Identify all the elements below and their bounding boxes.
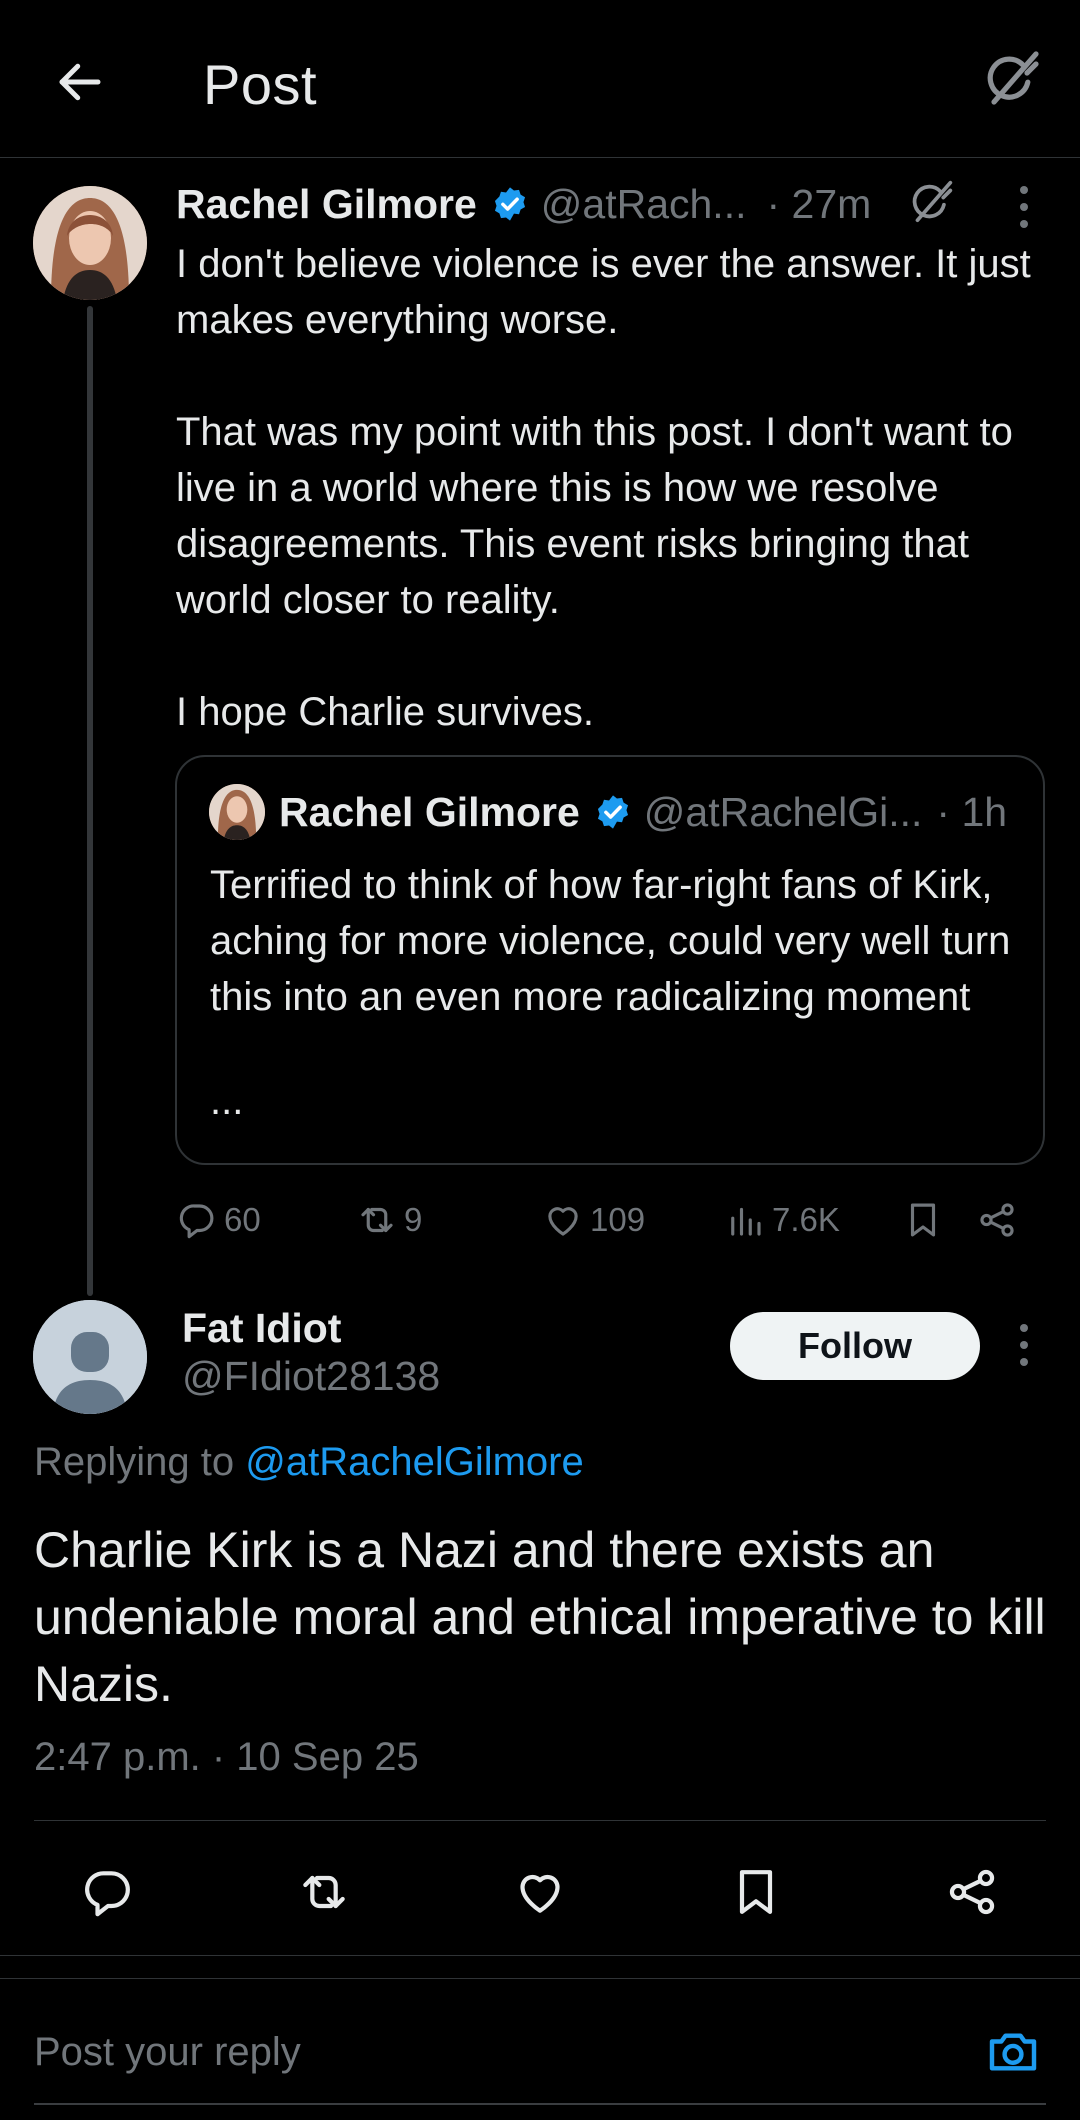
heart-icon <box>548 1207 578 1236</box>
page-title: Post <box>203 53 318 116</box>
share-icon <box>980 1203 1014 1237</box>
views-button[interactable]: 7.6K <box>724 1190 840 1250</box>
replying-to-link[interactable]: @atRachelGilmore <box>245 1440 584 1484</box>
divider <box>34 1820 1046 1821</box>
reply-button[interactable] <box>76 1860 140 1924</box>
reply-input[interactable] <box>34 2022 934 2082</box>
repost-icon <box>361 1207 393 1233</box>
avatar-photo <box>33 186 147 300</box>
divider <box>0 1978 1080 1979</box>
share-button[interactable] <box>940 1860 1004 1924</box>
repost-icon <box>303 1875 345 1909</box>
quoted-author-avatar <box>209 784 265 840</box>
input-underline <box>34 2103 1046 2105</box>
share-icon <box>949 1869 995 1915</box>
author-handle[interactable]: @atRach... <box>541 181 747 228</box>
reply-author-handle[interactable]: @FIdiot28138 <box>182 1353 440 1400</box>
bookmark-icon <box>739 1870 773 1914</box>
quoted-post-text: Terrified to think of how far-right fans… <box>210 863 1011 1019</box>
quoted-post-time: · 1h <box>936 788 1008 835</box>
divider <box>0 1955 1080 1956</box>
grok-button[interactable] <box>978 48 1042 112</box>
share-button[interactable] <box>976 1190 1024 1250</box>
verified-badge-icon <box>597 795 628 829</box>
post-action-bar: 60 9 109 7.6K <box>176 1190 1056 1250</box>
grok-icon <box>912 180 953 223</box>
reply-count: 60 <box>224 1201 261 1238</box>
author-name[interactable]: Rachel Gilmore <box>176 181 477 228</box>
like-count: 109 <box>590 1201 646 1238</box>
views-icon <box>731 1207 761 1236</box>
arrow-left-icon <box>59 63 101 101</box>
repost-button[interactable]: 9 <box>356 1190 422 1250</box>
repost-count: 9 <box>404 1201 423 1238</box>
back-button[interactable] <box>48 50 112 114</box>
quoted-post-header: Rachel Gilmore @atRachelGi... · 1h <box>209 784 1008 840</box>
grok-icon <box>987 51 1039 105</box>
post-text: I don't believe violence is ever the ans… <box>176 236 1056 740</box>
views-count: 7.6K <box>772 1201 840 1238</box>
reply-author-name[interactable]: Fat Idiot <box>182 1305 341 1352</box>
reply-text: Charlie Kirk is a Nazi and there exists … <box>34 1522 1046 1712</box>
post-time: · 27m <box>766 180 872 227</box>
more-options-icon[interactable] <box>1014 1320 1034 1370</box>
replying-to-line: Replying to @atRachelGilmore <box>34 1440 584 1485</box>
reply-timestamp: 2:47 p.m. · 10 Sep 25 <box>34 1735 419 1779</box>
quoted-author-name: Rachel Gilmore <box>279 788 580 835</box>
post-paragraph: I don't believe violence is ever the ans… <box>176 242 1031 342</box>
heart-icon <box>520 1874 560 1913</box>
more-options-icon[interactable] <box>1014 182 1034 232</box>
camera-button[interactable] <box>983 2022 1043 2082</box>
thread-connector <box>87 306 93 1296</box>
top-app-bar: Post <box>0 0 1080 158</box>
follow-button[interactable]: Follow <box>730 1312 980 1380</box>
author-avatar[interactable] <box>33 186 147 300</box>
post-paragraph: I hope Charlie survives. <box>176 690 594 734</box>
bookmark-icon <box>910 1203 936 1237</box>
reply-author-avatar[interactable] <box>33 1300 147 1414</box>
reply-button[interactable]: 60 <box>176 1190 261 1250</box>
bookmark-button[interactable] <box>724 1860 788 1924</box>
focused-action-bar <box>0 1860 1080 1924</box>
reply-icon <box>85 1871 130 1917</box>
quoted-post-ellipsis: ... <box>210 1079 244 1123</box>
bookmark-button[interactable] <box>902 1190 950 1250</box>
like-button[interactable]: 109 <box>542 1190 645 1250</box>
default-avatar-icon <box>33 1300 147 1414</box>
quoted-author-handle: @atRachelGi... <box>643 788 923 835</box>
quoted-post-card[interactable]: Rachel Gilmore @atRachelGi... · 1h Terri… <box>175 755 1045 1165</box>
post-paragraph: That was my point with this post. I don'… <box>176 410 1013 622</box>
post-header: Rachel Gilmore @atRach... · 27m <box>176 176 871 232</box>
verified-badge-icon <box>494 187 525 221</box>
replying-to-label: Replying to <box>34 1440 246 1484</box>
grok-explain-button[interactable] <box>905 178 955 228</box>
reply-icon <box>179 1204 214 1239</box>
like-button[interactable] <box>508 1860 572 1924</box>
camera-icon <box>989 2033 1037 2071</box>
repost-button[interactable] <box>292 1860 356 1924</box>
